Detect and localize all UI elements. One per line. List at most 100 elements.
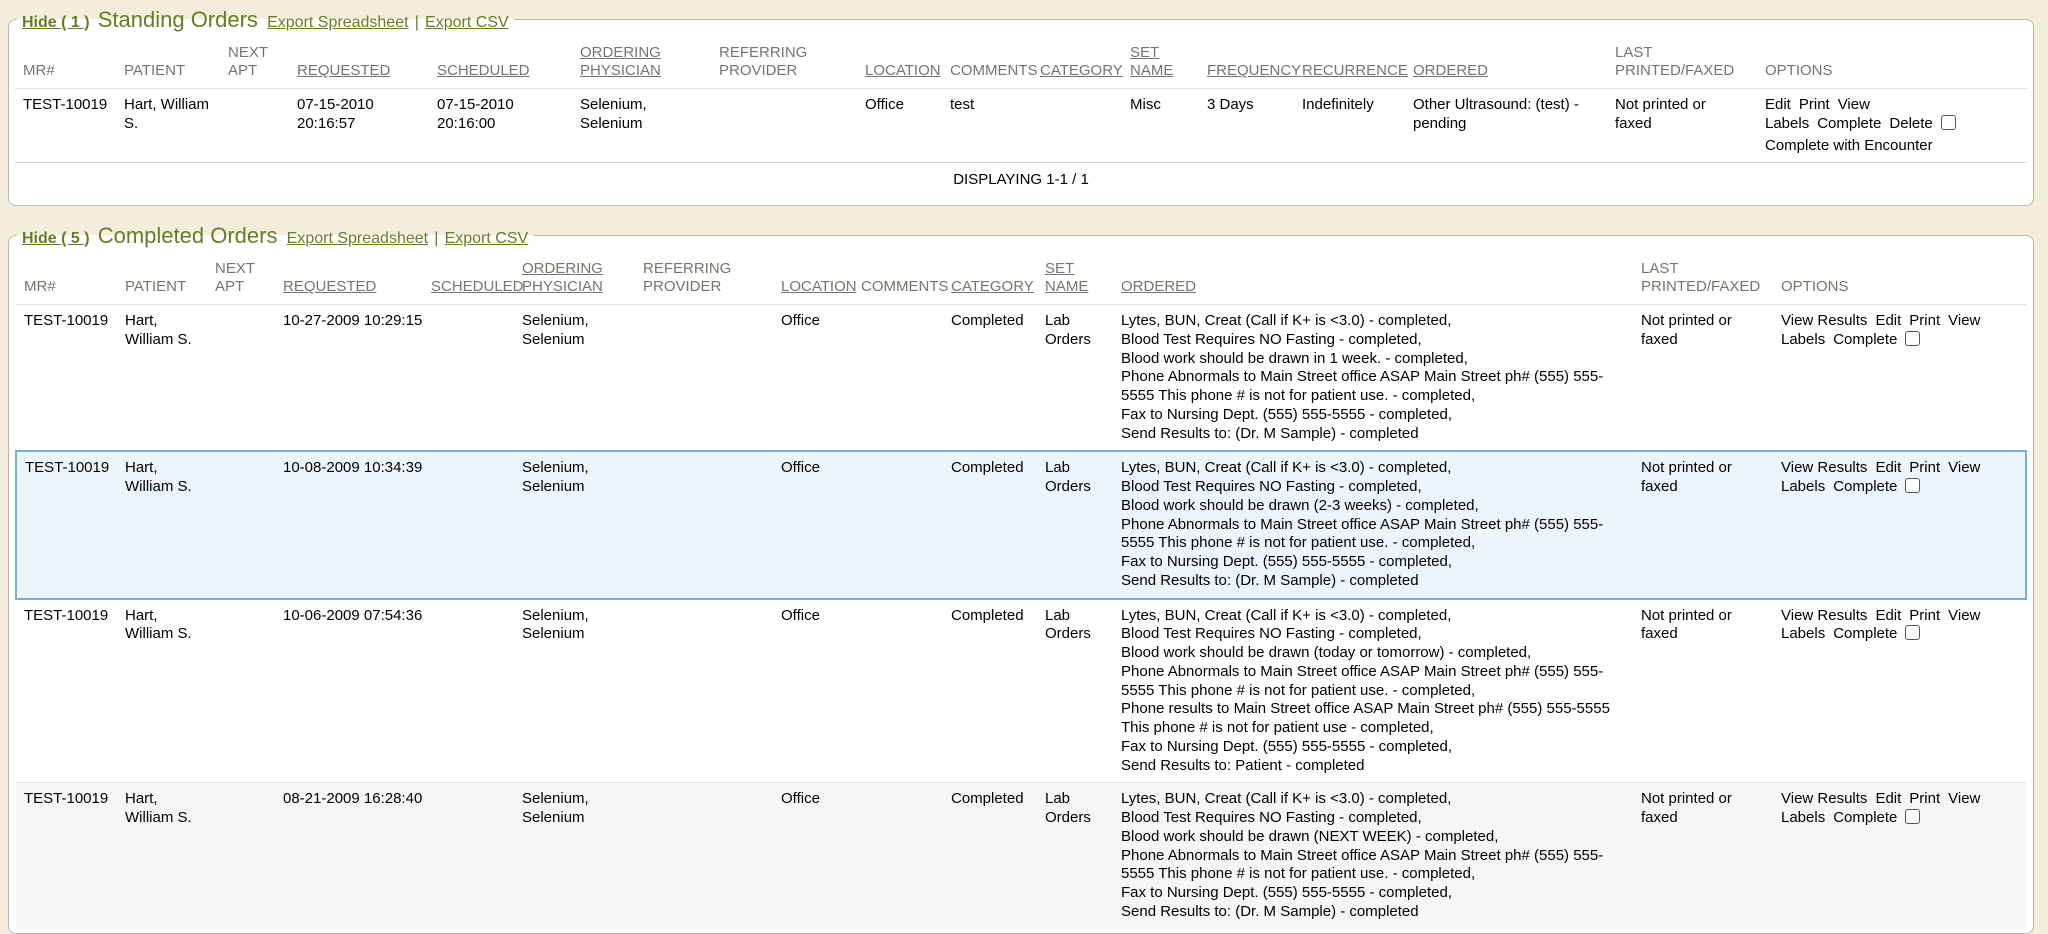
- cell-category: [1040, 89, 1130, 163]
- cell-mr: TEST-10019: [16, 783, 125, 929]
- cell-ordering-physician: Selenium, Selenium: [522, 305, 643, 452]
- cell-ordering-physician: Selenium, Selenium: [522, 783, 643, 929]
- complete-link[interactable]: Complete: [1817, 115, 1881, 132]
- order-checkbox[interactable]: [1941, 115, 1956, 130]
- col-header-scheduled[interactable]: SCHEDULED: [431, 250, 522, 305]
- col-header-requested[interactable]: REQUESTED: [297, 34, 437, 89]
- standing-hide-link[interactable]: Hide ( 1 ): [22, 14, 90, 31]
- cell-mr: TEST-10019: [16, 599, 125, 783]
- col-header-ordered[interactable]: ORDERED: [1121, 250, 1641, 305]
- cell-category: Completed: [951, 451, 1045, 598]
- cell-ordered: Lytes, BUN, Creat (Call if K+ is <3.0) -…: [1121, 599, 1641, 783]
- cell-set-name: Lab Orders: [1045, 599, 1121, 783]
- standing-orders-section: Hide ( 1 ) Standing Orders Export Spread…: [8, 6, 2034, 206]
- col-header-comments: COMMENTS: [950, 34, 1040, 89]
- cell-last-printed-faxed: Not printed or faxed: [1641, 451, 1781, 598]
- view-results-link[interactable]: View Results: [1781, 312, 1867, 329]
- edit-link[interactable]: Edit: [1875, 459, 1901, 476]
- edit-link[interactable]: Edit: [1765, 96, 1791, 113]
- col-header-category[interactable]: CATEGORY: [951, 250, 1045, 305]
- cell-referring-provider: [643, 305, 781, 452]
- cell-requested: 07-15-2010 20:16:57: [297, 89, 437, 163]
- print-link[interactable]: Print: [1909, 607, 1940, 624]
- col-header-mr: MR#: [16, 250, 125, 305]
- col-header-category[interactable]: CATEGORY: [1040, 34, 1130, 89]
- col-header-set-name[interactable]: SET NAME: [1130, 34, 1207, 89]
- cell-requested: 10-27-2009 10:29:15: [283, 305, 431, 452]
- cell-last-printed-faxed: Not printed or faxed: [1615, 89, 1765, 163]
- col-header-ordered[interactable]: ORDERED: [1413, 34, 1615, 89]
- col-header-options: OPTIONS: [1765, 34, 2027, 89]
- col-header-location[interactable]: LOCATION: [781, 250, 861, 305]
- print-link[interactable]: Print: [1799, 96, 1830, 113]
- cell-location: Office: [781, 451, 861, 598]
- completed-export-spreadsheet-link[interactable]: Export Spreadsheet: [287, 230, 428, 247]
- cell-set-name: Lab Orders: [1045, 783, 1121, 929]
- completed-hide-link[interactable]: Hide ( 5 ): [22, 230, 90, 247]
- order-checkbox[interactable]: [1905, 331, 1920, 346]
- col-header-ordering-physician[interactable]: ORDERING PHYSICIAN: [580, 34, 719, 89]
- cell-mr: TEST-10019: [16, 305, 125, 452]
- cell-next-apt: [215, 783, 283, 929]
- col-header-frequency[interactable]: FREQUENCY: [1207, 34, 1302, 89]
- complete-link[interactable]: Complete: [1833, 625, 1897, 642]
- print-link[interactable]: Print: [1909, 312, 1940, 329]
- cell-next-apt: [228, 89, 297, 163]
- col-header-mr: MR#: [15, 34, 124, 89]
- completed-order-row: TEST-10019 Hart, William S. 10-06-2009 0…: [16, 599, 2026, 783]
- complete-link[interactable]: Complete: [1833, 331, 1897, 348]
- col-header-last-printed-faxed: LAST PRINTED/FAXED: [1615, 34, 1765, 89]
- completed-header-row: MR# PATIENT NEXT APT REQUESTED SCHEDULED…: [16, 250, 2026, 305]
- col-header-location[interactable]: LOCATION: [865, 34, 950, 89]
- col-header-options: OPTIONS: [1781, 250, 2026, 305]
- standing-orders-legend: Hide ( 1 ) Standing Orders Export Spread…: [17, 6, 514, 34]
- standing-export-csv-link[interactable]: Export CSV: [425, 14, 509, 31]
- completed-orders-title: Completed Orders: [98, 223, 278, 248]
- col-header-scheduled[interactable]: SCHEDULED: [437, 34, 580, 89]
- cell-set-name: Lab Orders: [1045, 305, 1121, 452]
- col-header-last-printed-faxed: LAST PRINTED/FAXED: [1641, 250, 1781, 305]
- col-header-ordering-physician[interactable]: ORDERING PHYSICIAN: [522, 250, 643, 305]
- col-header-next-apt: NEXT APT: [228, 34, 297, 89]
- print-link[interactable]: Print: [1909, 790, 1940, 807]
- col-header-requested[interactable]: REQUESTED: [283, 250, 431, 305]
- col-header-recurrence[interactable]: RECURRENCE: [1302, 34, 1413, 89]
- delete-link[interactable]: Delete: [1889, 115, 1932, 132]
- cell-comments: test: [950, 89, 1040, 163]
- complete-link[interactable]: Complete: [1833, 478, 1897, 495]
- edit-link[interactable]: Edit: [1875, 790, 1901, 807]
- cell-comments: [861, 599, 951, 783]
- view-results-link[interactable]: View Results: [1781, 790, 1867, 807]
- cell-options: View ResultsEditPrintView LabelsComplete: [1781, 783, 2026, 929]
- col-header-set-name[interactable]: SET NAME: [1045, 250, 1121, 305]
- cell-ordered: Lytes, BUN, Creat (Call if K+ is <3.0) -…: [1121, 451, 1641, 598]
- print-link[interactable]: Print: [1909, 459, 1940, 476]
- cell-next-apt: [215, 305, 283, 452]
- completed-export-csv-link[interactable]: Export CSV: [445, 230, 529, 247]
- completed-orders-table: MR# PATIENT NEXT APT REQUESTED SCHEDULED…: [15, 250, 2027, 929]
- cell-ordered: Lytes, BUN, Creat (Call if K+ is <3.0) -…: [1121, 783, 1641, 929]
- view-results-link[interactable]: View Results: [1781, 607, 1867, 624]
- edit-link[interactable]: Edit: [1875, 312, 1901, 329]
- cell-scheduled: [431, 305, 522, 452]
- cell-requested: 08-21-2009 16:28:40: [283, 783, 431, 929]
- complete-with-encounter-link[interactable]: Complete with Encounter: [1765, 137, 2019, 156]
- complete-link[interactable]: Complete: [1833, 809, 1897, 826]
- order-checkbox[interactable]: [1905, 478, 1920, 493]
- paging-status: DISPLAYING 1-1 / 1: [15, 162, 2027, 201]
- cell-scheduled: [431, 451, 522, 598]
- cell-ordering-physician: Selenium, Selenium: [522, 599, 643, 783]
- order-checkbox[interactable]: [1905, 809, 1920, 824]
- cell-requested: 10-06-2009 07:54:36: [283, 599, 431, 783]
- order-checkbox[interactable]: [1905, 625, 1920, 640]
- standing-export-spreadsheet-link[interactable]: Export Spreadsheet: [267, 14, 408, 31]
- cell-options: View ResultsEditPrintView LabelsComplete: [1781, 305, 2026, 452]
- cell-options: View ResultsEditPrintView LabelsComplete: [1781, 451, 2026, 598]
- col-header-referring-provider: REFERRING PROVIDER: [643, 250, 781, 305]
- cell-patient: Hart, William S.: [125, 305, 215, 452]
- cell-location: Office: [781, 783, 861, 929]
- edit-link[interactable]: Edit: [1875, 607, 1901, 624]
- cell-requested: 10-08-2009 10:34:39: [283, 451, 431, 598]
- view-results-link[interactable]: View Results: [1781, 459, 1867, 476]
- cell-location: Office: [865, 89, 950, 163]
